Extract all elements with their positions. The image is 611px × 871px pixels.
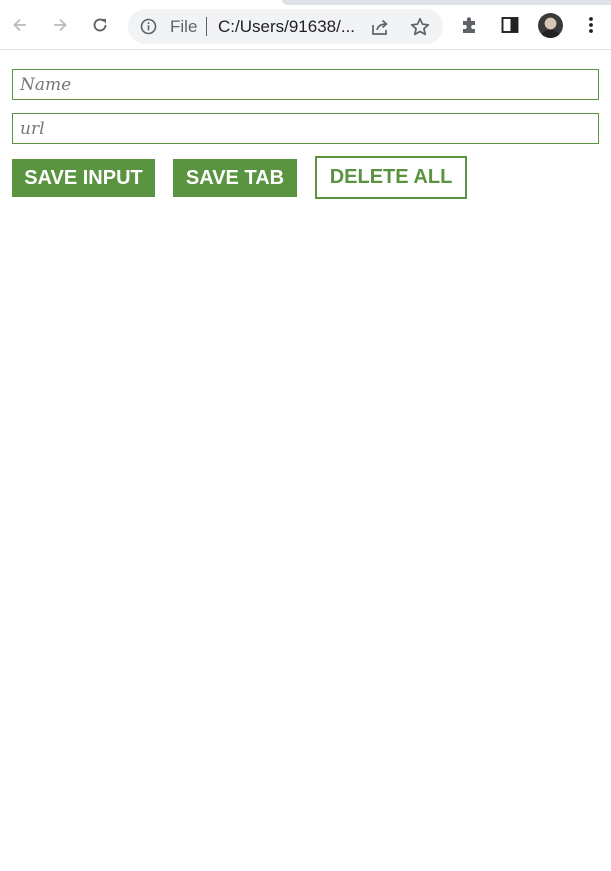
save-tab-button[interactable]: SAVE TAB bbox=[173, 159, 297, 197]
side-panel-button[interactable] bbox=[497, 12, 523, 38]
url-scheme-label: File bbox=[170, 17, 198, 36]
info-icon[interactable] bbox=[140, 18, 157, 35]
address-bar[interactable]: File C:/Users/91638/... bbox=[128, 9, 443, 44]
reload-icon bbox=[93, 18, 107, 32]
browser-toolbar: File C:/Users/91638/... bbox=[0, 0, 611, 50]
forward-button[interactable] bbox=[47, 12, 73, 38]
share-icon[interactable] bbox=[369, 16, 391, 38]
avatar[interactable] bbox=[538, 13, 563, 38]
url-input[interactable] bbox=[12, 113, 599, 144]
url-text[interactable]: C:/Users/91638/... bbox=[218, 17, 355, 36]
omnibox-divider bbox=[206, 17, 207, 36]
star-icon[interactable] bbox=[409, 16, 431, 38]
extensions-button[interactable] bbox=[457, 12, 483, 38]
kebab-menu-icon bbox=[589, 17, 593, 33]
browser-menu-button[interactable] bbox=[578, 12, 604, 38]
delete-all-button[interactable]: DELETE ALL bbox=[315, 156, 467, 199]
back-button[interactable] bbox=[7, 12, 33, 38]
name-input[interactable] bbox=[12, 69, 599, 100]
arrow-left-icon bbox=[13, 18, 26, 32]
save-input-button[interactable]: SAVE INPUT bbox=[12, 159, 155, 197]
side-panel-icon bbox=[501, 17, 519, 33]
arrow-right-icon bbox=[54, 18, 67, 32]
puzzle-icon bbox=[463, 17, 475, 33]
reload-button[interactable] bbox=[87, 12, 113, 38]
tab-strip-edge bbox=[282, 0, 611, 5]
